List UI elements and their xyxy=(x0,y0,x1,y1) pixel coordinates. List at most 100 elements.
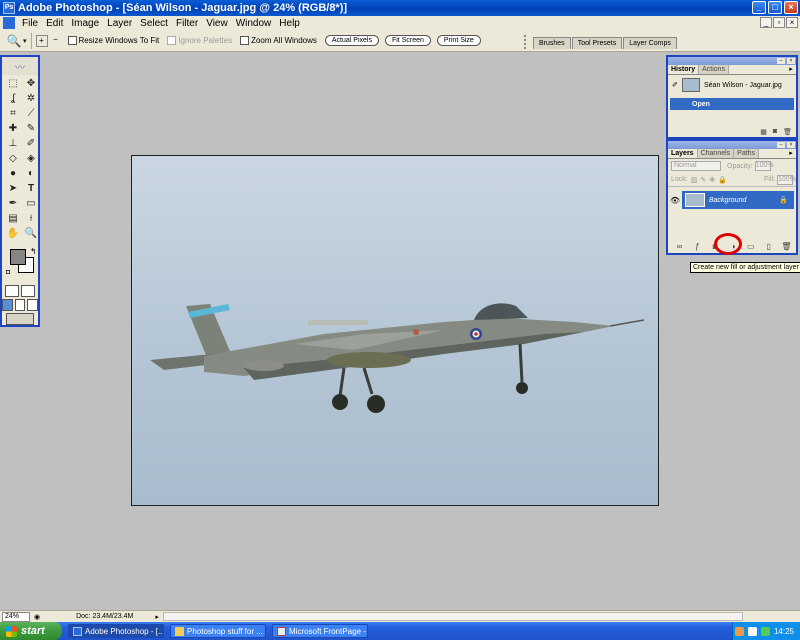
eraser-tool-icon[interactable]: ◇ xyxy=(5,152,21,166)
start-button[interactable]: start xyxy=(0,622,62,640)
menu-select[interactable]: Select xyxy=(136,18,172,29)
horizontal-scrollbar[interactable] xyxy=(162,612,743,621)
menu-layer[interactable]: Layer xyxy=(103,18,136,29)
palette-menu-icon[interactable]: ▸ xyxy=(786,65,796,74)
create-new-layer-icon[interactable]: ▯ xyxy=(763,242,774,251)
jump-to-imageready-icon[interactable] xyxy=(6,313,34,325)
lock-position-icon[interactable]: ✥ xyxy=(709,176,715,184)
path-selection-tool-icon[interactable]: ➤ xyxy=(5,182,21,196)
tab-paths[interactable]: Paths xyxy=(734,149,760,158)
history-brush-source-icon[interactable]: ✐ xyxy=(672,81,682,89)
slice-tool-icon[interactable]: ⟋ xyxy=(23,107,39,121)
doc-minimize-button[interactable]: _ xyxy=(760,17,772,28)
menu-image[interactable]: Image xyxy=(67,18,103,29)
full-screen-mode-icon[interactable] xyxy=(27,299,39,311)
blend-mode-select[interactable]: Normal xyxy=(671,161,721,171)
paint-bucket-tool-icon[interactable]: ◈ xyxy=(23,152,39,166)
lock-all-icon[interactable]: 🔒 xyxy=(718,176,727,184)
fill-field[interactable]: 100% xyxy=(777,174,796,185)
zoom-in-icon[interactable]: + xyxy=(35,34,48,47)
eye-icon[interactable]: 👁 xyxy=(668,196,682,205)
doc-close-button[interactable]: × xyxy=(786,17,798,28)
menu-view[interactable]: View xyxy=(202,18,232,29)
pen-tool-icon[interactable]: ✒ xyxy=(5,197,21,211)
tab-history[interactable]: History xyxy=(668,65,700,74)
clone-stamp-tool-icon[interactable]: ⊥ xyxy=(5,137,21,151)
eyedropper-tool-icon[interactable]: ⟊ xyxy=(23,212,39,226)
actual-pixels-button[interactable]: Actual Pixels xyxy=(324,35,379,46)
zoom-all-windows-checkbox[interactable]: Zoom All Windows xyxy=(240,36,317,45)
menu-edit[interactable]: Edit xyxy=(42,18,67,29)
palette-well-grip[interactable] xyxy=(524,35,530,49)
menu-filter[interactable]: Filter xyxy=(172,18,202,29)
layers-palette-header[interactable]: – × xyxy=(668,141,796,149)
menu-file[interactable]: File xyxy=(18,18,42,29)
notes-tool-icon[interactable]: ▤ xyxy=(5,212,21,226)
tab-brushes[interactable]: Brushes xyxy=(533,37,571,49)
minimize-button[interactable]: _ xyxy=(752,1,766,14)
history-brush-tool-icon[interactable]: ✐ xyxy=(23,137,39,151)
add-layer-style-icon[interactable]: ƒ xyxy=(692,242,703,251)
close-button[interactable]: × xyxy=(784,1,798,14)
tab-tool-presets[interactable]: Tool Presets xyxy=(571,37,623,49)
status-menu-arrow-icon[interactable]: ▸ xyxy=(155,613,159,621)
zoom-tool-icon[interactable]: 🔍 xyxy=(6,33,22,49)
move-tool-icon[interactable]: ✥ xyxy=(23,77,39,91)
new-document-from-state-icon[interactable]: ▦ xyxy=(760,128,767,136)
history-palette-header[interactable]: – × xyxy=(668,57,796,65)
delete-state-icon[interactable]: 🗑 xyxy=(783,128,792,136)
tab-actions[interactable]: Actions xyxy=(699,65,730,74)
zoom-level-field[interactable]: 24% xyxy=(2,611,30,622)
default-colors-icon[interactable]: ◘ xyxy=(6,269,10,276)
hand-tool-icon[interactable]: ✋ xyxy=(5,227,21,241)
resize-windows-checkbox[interactable]: Resize Windows To Fit xyxy=(67,36,159,45)
crop-tool-icon[interactable]: ⌗ xyxy=(5,107,21,121)
quick-mask-mode-icon[interactable] xyxy=(21,285,35,297)
zoom-tool-box-icon[interactable]: 🔍 xyxy=(23,227,39,241)
taskbar-item-folder[interactable]: Photoshop stuff for ... xyxy=(170,624,266,638)
opacity-field[interactable]: 100% xyxy=(754,161,774,171)
toolbox-header-feather-icon[interactable]: 〰 xyxy=(2,57,38,75)
lock-transparency-icon[interactable]: ▨ xyxy=(691,176,698,184)
standard-screen-mode-icon[interactable] xyxy=(2,299,13,311)
foreground-color-swatch[interactable] xyxy=(10,249,26,265)
blur-tool-icon[interactable]: ● xyxy=(5,167,21,181)
tool-preset-dropdown-icon[interactable]: ▾ xyxy=(23,37,27,45)
tray-icon[interactable] xyxy=(734,626,744,636)
palette-minimize-icon[interactable]: – xyxy=(777,58,785,64)
history-state-open[interactable]: Open xyxy=(670,98,794,110)
shape-tool-icon[interactable]: ▭ xyxy=(23,197,39,211)
palette-close-icon[interactable]: × xyxy=(787,58,795,64)
create-group-icon[interactable]: ▭ xyxy=(745,242,756,251)
standard-mode-icon[interactable] xyxy=(5,285,19,297)
lock-image-icon[interactable]: ✎ xyxy=(700,176,706,184)
zoom-out-icon[interactable]: − xyxy=(50,35,62,47)
status-info-icon[interactable]: ◉ xyxy=(34,613,40,621)
create-snapshot-icon[interactable]: ◙ xyxy=(773,128,777,136)
dodge-tool-icon[interactable]: ◐ xyxy=(23,167,39,181)
type-tool-icon[interactable]: T xyxy=(23,182,39,196)
history-snapshot[interactable]: ✐ Séan Wilson - Jaguar.jpg xyxy=(668,75,796,95)
tray-icon[interactable] xyxy=(747,626,757,636)
menu-help[interactable]: Help xyxy=(275,18,304,29)
tab-layer-comps[interactable]: Layer Comps xyxy=(623,37,677,49)
doc-restore-button[interactable]: ▫ xyxy=(773,17,785,28)
maximize-button[interactable]: □ xyxy=(768,1,782,14)
tab-layers[interactable]: Layers xyxy=(668,149,698,158)
tab-channels[interactable]: Channels xyxy=(697,149,735,158)
swap-colors-icon[interactable]: ↰ xyxy=(30,247,37,256)
menu-window[interactable]: Window xyxy=(232,18,276,29)
full-screen-menu-mode-icon[interactable] xyxy=(14,299,26,311)
link-layers-icon[interactable]: ∞ xyxy=(674,242,685,251)
palette-minimize-icon[interactable]: – xyxy=(777,142,785,148)
delete-layer-icon[interactable]: 🗑 xyxy=(781,242,792,251)
palette-menu-icon[interactable]: ▸ xyxy=(786,149,796,158)
document-canvas[interactable] xyxy=(131,155,659,506)
magic-wand-tool-icon[interactable]: ✲ xyxy=(23,92,39,106)
taskbar-item-photoshop[interactable]: Adobe Photoshop - [... xyxy=(68,624,164,638)
healing-brush-tool-icon[interactable]: ✚ xyxy=(5,122,21,136)
taskbar-item-frontpage[interactable]: Microsoft FrontPage - ... xyxy=(272,624,368,638)
tray-icon[interactable] xyxy=(760,626,770,636)
brush-tool-icon[interactable]: ✎ xyxy=(23,122,39,136)
print-size-button[interactable]: Print Size xyxy=(436,35,481,46)
